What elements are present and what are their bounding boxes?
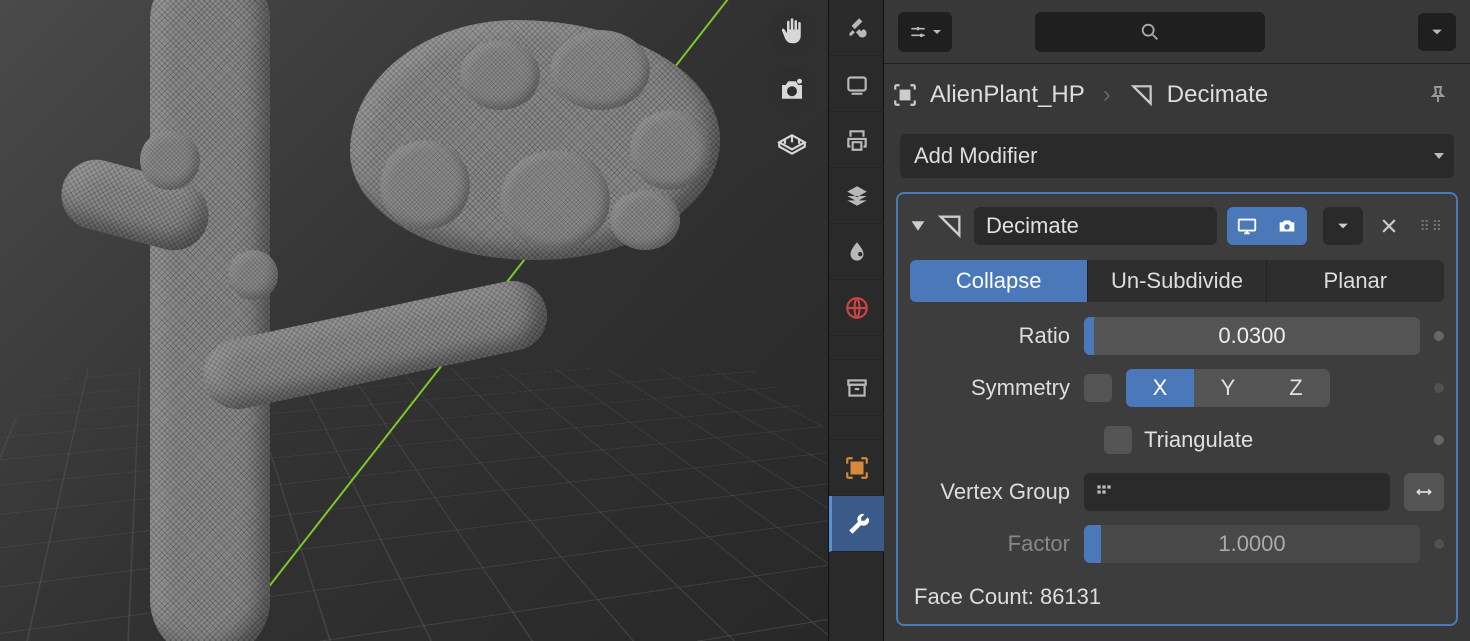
triangulate-label: Triangulate (1144, 427, 1253, 453)
animate-dot[interactable] (1434, 539, 1444, 549)
object-icon (844, 455, 870, 481)
breadcrumb-object[interactable]: AlienPlant_HP (892, 81, 1085, 109)
tab-scene[interactable] (829, 224, 885, 280)
vertex-group-label: Vertex Group (910, 479, 1070, 505)
search-icon (1139, 21, 1161, 43)
breadcrumb-separator: › (1103, 81, 1111, 109)
ratio-label: Ratio (910, 323, 1070, 349)
pin-icon (1426, 83, 1450, 107)
animate-dot[interactable] (1434, 435, 1444, 445)
factor-field[interactable]: 1.0000 (1084, 525, 1420, 563)
modifier-header: Decimate ⠿⠿ (910, 204, 1444, 248)
grid-floor (0, 368, 828, 641)
properties-header (884, 0, 1470, 64)
properties-tab-strip (828, 0, 884, 641)
modifier-extras-dropdown[interactable] (1323, 207, 1363, 245)
monitor-icon (1236, 215, 1258, 237)
layers-icon (844, 183, 870, 209)
axis-y[interactable]: Y (1194, 369, 1262, 407)
animate-dot[interactable] (1434, 331, 1444, 341)
decimate-icon (1129, 82, 1155, 108)
editor-type-selector[interactable] (898, 12, 952, 52)
factor-value: 1.0000 (1218, 531, 1285, 557)
breadcrumb-modifier-label: Decimate (1167, 81, 1268, 109)
ratio-field[interactable]: 0.0300 (1084, 317, 1420, 355)
mesh-blob (350, 20, 720, 260)
3d-viewport[interactable] (0, 0, 828, 641)
modifier-delete-button[interactable] (1373, 216, 1405, 236)
modifier-name-field[interactable]: Decimate (974, 207, 1217, 245)
hand-icon (777, 17, 807, 47)
decimate-icon (936, 212, 964, 240)
tab-render[interactable] (829, 56, 885, 112)
symmetry-checkbox[interactable] (1084, 374, 1112, 402)
animate-dot[interactable] (1434, 383, 1444, 393)
axis-x[interactable]: X (1126, 369, 1194, 407)
grid-icon (775, 131, 809, 165)
printer-icon (844, 127, 870, 153)
breadcrumb: AlienPlant_HP › Decimate (884, 64, 1470, 126)
vertex-group-invert[interactable] (1404, 473, 1444, 511)
render-icon (844, 71, 870, 97)
close-icon (1379, 216, 1399, 236)
wrench-screwdriver-icon (844, 15, 870, 41)
add-modifier-dropdown[interactable]: Add Modifier (900, 134, 1454, 178)
symmetry-label: Symmetry (910, 375, 1070, 401)
world-icon (844, 295, 870, 321)
camera-gizmo[interactable] (768, 66, 816, 114)
decimate-mode-tabs: Collapse Un-Subdivide Planar (910, 260, 1444, 302)
tab-world[interactable] (829, 280, 885, 336)
mesh-trunk (150, 0, 270, 641)
pin-button[interactable] (1426, 83, 1450, 107)
triangulate-checkbox[interactable] (1104, 426, 1132, 454)
tab-modifiers[interactable] (829, 496, 885, 552)
breadcrumb-object-label: AlienPlant_HP (930, 81, 1085, 109)
archive-icon (844, 375, 870, 401)
options-dropdown[interactable] (1418, 13, 1456, 51)
properties-search[interactable] (1035, 12, 1265, 52)
mode-unsubdivide[interactable]: Un-Subdivide (1087, 260, 1265, 302)
collapse-toggle[interactable] (910, 218, 926, 234)
perspective-gizmo[interactable] (768, 124, 816, 172)
tab-object[interactable] (829, 440, 885, 496)
arrows-h-icon (1414, 482, 1434, 502)
object-outline-icon (892, 82, 918, 108)
tab-output[interactable] (829, 112, 885, 168)
tab-viewlayer[interactable] (829, 168, 885, 224)
chevron-down-icon (1431, 26, 1443, 38)
vertex-group-icon (1094, 482, 1114, 502)
camera-icon (777, 75, 807, 105)
mesh-bump (228, 250, 278, 300)
mode-planar[interactable]: Planar (1266, 260, 1444, 302)
pan-gizmo[interactable] (768, 8, 816, 56)
factor-label: Factor (910, 531, 1070, 557)
tab-collection[interactable] (829, 360, 885, 416)
wrench-icon (846, 511, 872, 537)
sliders-icon (908, 22, 928, 42)
breadcrumb-modifier[interactable]: Decimate (1129, 81, 1268, 109)
vertex-group-field[interactable] (1084, 473, 1390, 511)
mesh-bump (140, 130, 200, 190)
face-count-label: Face Count: 86131 (910, 574, 1444, 610)
camera-small-icon (1276, 215, 1298, 237)
modifier-drag-handle[interactable]: ⠿⠿ (1415, 218, 1444, 235)
axis-z[interactable]: Z (1262, 369, 1330, 407)
chevron-down-icon (1337, 220, 1349, 232)
mode-collapse[interactable]: Collapse (910, 260, 1087, 302)
chevron-down-icon (932, 27, 942, 37)
display-viewport-toggle[interactable] (1227, 207, 1267, 245)
modifier-decimate-panel: Decimate ⠿⠿ Collapse Un-Subdivide Planar (896, 192, 1458, 626)
ratio-value: 0.0300 (1218, 323, 1285, 349)
symmetry-axis-group: X Y Z (1126, 369, 1330, 407)
properties-panel: AlienPlant_HP › Decimate Add Modifier De… (884, 0, 1470, 641)
add-modifier-label: Add Modifier (914, 143, 1038, 169)
display-render-toggle[interactable] (1267, 207, 1307, 245)
droplet-icon (844, 239, 870, 265)
modifier-name-text: Decimate (986, 213, 1079, 239)
tab-tool[interactable] (829, 0, 885, 56)
